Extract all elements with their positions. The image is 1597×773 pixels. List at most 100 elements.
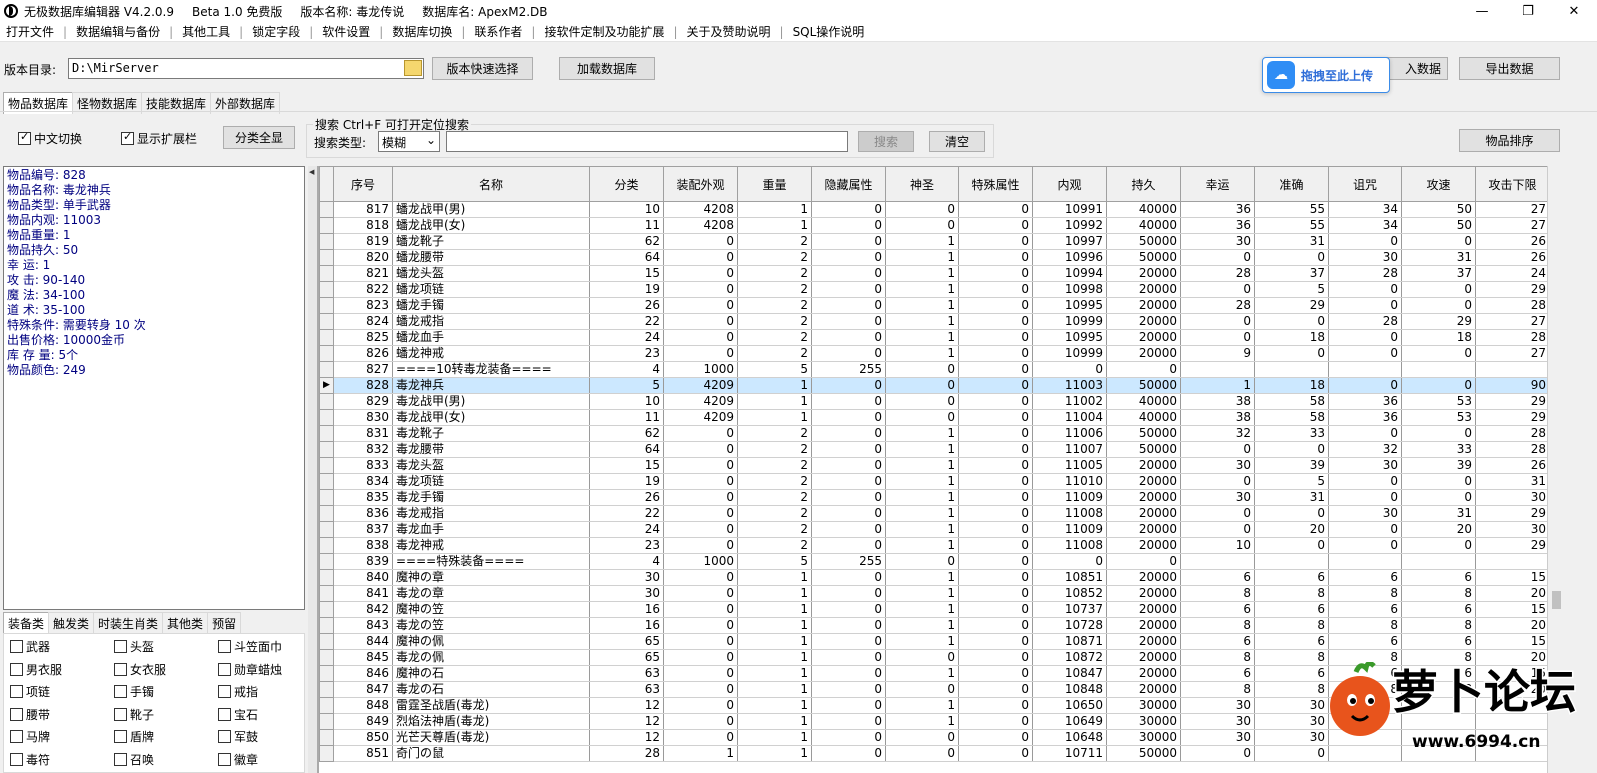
- table-cell[interactable]: 0: [811, 585, 886, 602]
- chinese-toggle[interactable]: 中文切换: [18, 130, 82, 147]
- show-extension-toggle[interactable]: 显示扩展栏: [121, 130, 197, 147]
- table-row[interactable]: 821 蟠龙头盔 15 0 2 0 1 0 10994 20000 28 37 28 37 24: [319, 265, 1547, 282]
- table-cell[interactable]: 11006: [1032, 425, 1107, 442]
- maximize-button[interactable]: ❐: [1505, 0, 1551, 22]
- quick-select-button[interactable]: 版本快速选择: [432, 57, 533, 80]
- menu-item-0[interactable]: 打开文件: [0, 23, 60, 40]
- table-cell[interactable]: 23: [589, 537, 664, 554]
- table-row[interactable]: 831 毒龙靴子 62 0 2 0 1 0 11006 50000 32 33 0 0 28: [319, 425, 1547, 442]
- table-cell[interactable]: 8: [1401, 585, 1476, 602]
- table-cell[interactable]: 26: [589, 297, 664, 314]
- table-cell[interactable]: 31: [1401, 505, 1476, 522]
- table-cell[interactable]: 0: [958, 697, 1033, 714]
- table-cell[interactable]: 6: [1180, 633, 1255, 650]
- menu-item-1[interactable]: 数据编辑与备份: [70, 23, 166, 40]
- table-row[interactable]: 838 毒龙神戒 23 0 2 0 1 0 11008 20000 10 0 0 0 29: [319, 537, 1547, 554]
- table-cell[interactable]: 12: [589, 697, 664, 714]
- table-cell[interactable]: 20000: [1106, 665, 1181, 682]
- table-cell[interactable]: 10999: [1032, 345, 1107, 362]
- table-cell[interactable]: 30: [1180, 457, 1255, 474]
- table-cell[interactable]: 0: [958, 489, 1033, 506]
- table-cell[interactable]: 6: [1180, 569, 1255, 586]
- table-cell[interactable]: 27: [1475, 217, 1547, 234]
- table-cell[interactable]: 毒龙の章: [392, 585, 590, 602]
- table-cell[interactable]: 0: [1401, 345, 1476, 362]
- table-cell[interactable]: 毒龙手镯: [392, 489, 590, 506]
- table-cell[interactable]: 2: [737, 441, 812, 458]
- table-cell[interactable]: 0: [958, 217, 1033, 234]
- table-cell[interactable]: 0: [958, 441, 1033, 458]
- export-data-button[interactable]: 导出数据: [1459, 57, 1560, 80]
- table-cell[interactable]: 2: [737, 313, 812, 330]
- table-cell[interactable]: 0: [811, 697, 886, 714]
- minimize-button[interactable]: —: [1459, 0, 1505, 22]
- table-cell[interactable]: 0: [885, 217, 959, 234]
- table-row[interactable]: 829 毒龙战甲(男) 10 4209 1 0 0 0 11002 40000 38 58 36 53 29: [319, 393, 1547, 410]
- table-cell[interactable]: 34: [1328, 201, 1402, 218]
- table-cell[interactable]: 1: [885, 569, 959, 586]
- table-cell[interactable]: 1: [885, 233, 959, 250]
- table-cell[interactable]: 50: [1401, 217, 1476, 234]
- table-cell[interactable]: 烈焰法神盾(毒龙): [392, 713, 590, 730]
- table-cell[interactable]: 15: [1475, 633, 1547, 650]
- table-cell[interactable]: 20000: [1106, 281, 1181, 298]
- table-cell[interactable]: 0: [958, 617, 1033, 634]
- table-cell[interactable]: 40000: [1106, 393, 1181, 410]
- table-cell[interactable]: 蟠龙手镯: [392, 297, 590, 314]
- table-cell[interactable]: 0: [1401, 537, 1476, 554]
- table-cell[interactable]: 9: [1180, 345, 1255, 362]
- category-checkbox-item[interactable]: 毒符: [10, 751, 114, 773]
- table-cell[interactable]: 蟠龙腰带: [392, 249, 590, 266]
- table-cell[interactable]: 0: [885, 681, 959, 698]
- table-cell[interactable]: 31: [1401, 249, 1476, 266]
- table-cell[interactable]: 0: [958, 313, 1033, 330]
- table-cell[interactable]: 28: [1475, 441, 1547, 458]
- show-all-categories-button[interactable]: 分类全显: [223, 126, 295, 149]
- table-cell[interactable]: 20000: [1106, 265, 1181, 282]
- table-cell[interactable]: 0: [1401, 297, 1476, 314]
- table-cell[interactable]: ====10转毒龙装备====: [392, 361, 590, 378]
- table-cell[interactable]: 5: [737, 361, 812, 378]
- menu-item-4[interactable]: 软件设置: [316, 23, 376, 40]
- table-cell[interactable]: 1: [885, 265, 959, 282]
- category-checkbox-item[interactable]: 头盔: [114, 638, 218, 661]
- table-cell[interactable]: 0: [958, 201, 1033, 218]
- table-cell[interactable]: 0: [1328, 329, 1402, 346]
- table-cell[interactable]: 魔神の笠: [392, 601, 590, 618]
- table-row[interactable]: 820 蟠龙腰带 64 0 2 0 1 0 10996 50000 0 0 30 31 26: [319, 249, 1547, 266]
- table-row[interactable]: 823 蟠龙手镯 26 0 2 0 1 0 10995 20000 28 29 0 0 28: [319, 297, 1547, 314]
- table-cell[interactable]: 8: [1328, 617, 1402, 634]
- table-cell[interactable]: 28: [1475, 329, 1547, 346]
- table-cell[interactable]: 16: [589, 601, 664, 618]
- table-cell[interactable]: 26: [1475, 457, 1547, 474]
- category-checkbox-item[interactable]: 宝石: [218, 706, 304, 729]
- table-cell[interactable]: 50: [1401, 201, 1476, 218]
- table-cell[interactable]: 28: [1328, 265, 1402, 282]
- table-cell[interactable]: 28: [589, 745, 664, 762]
- table-cell[interactable]: 845: [333, 649, 393, 666]
- table-cell[interactable]: 0: [958, 457, 1033, 474]
- table-cell[interactable]: 1: [885, 425, 959, 442]
- table-cell[interactable]: 821: [333, 265, 393, 282]
- column-header[interactable]: 装配外观: [663, 166, 738, 202]
- table-cell[interactable]: 55: [1254, 217, 1329, 234]
- table-cell[interactable]: 11002: [1032, 393, 1107, 410]
- table-cell[interactable]: 2: [737, 505, 812, 522]
- table-cell[interactable]: 0: [811, 681, 886, 698]
- table-cell[interactable]: 0: [811, 729, 886, 746]
- table-cell[interactable]: 1: [737, 665, 812, 682]
- table-cell[interactable]: 30: [1328, 249, 1402, 266]
- table-cell[interactable]: 0: [1180, 521, 1255, 538]
- category-checkbox-item[interactable]: 靴子: [114, 706, 218, 729]
- table-cell[interactable]: 6: [1328, 569, 1402, 586]
- table-row[interactable]: 830 毒龙战甲(女) 11 4209 1 0 0 0 11004 40000 38 58 36 53 29: [319, 409, 1547, 426]
- table-cell[interactable]: 30: [589, 569, 664, 586]
- table-cell[interactable]: 22: [589, 505, 664, 522]
- table-cell[interactable]: 24: [589, 521, 664, 538]
- table-cell[interactable]: 0: [1180, 329, 1255, 346]
- table-cell[interactable]: 58: [1254, 393, 1329, 410]
- table-cell[interactable]: 20000: [1106, 505, 1181, 522]
- table-cell[interactable]: 15: [589, 265, 664, 282]
- table-cell[interactable]: 40000: [1106, 201, 1181, 218]
- table-cell[interactable]: 0: [958, 425, 1033, 442]
